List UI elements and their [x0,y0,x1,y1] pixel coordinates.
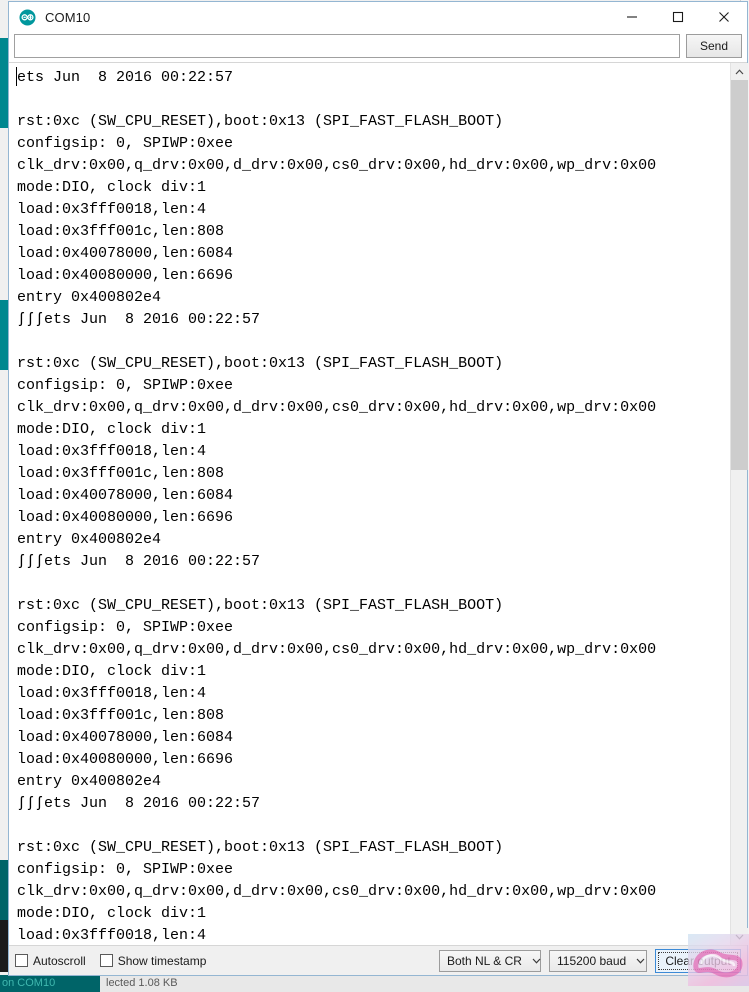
show-timestamp-checkbox-box[interactable] [99,954,113,967]
ide-status-bar: on COM10 lected 1.08 KB [0,975,749,992]
window-title: COM10 [45,9,91,25]
show-timestamp-checkbox[interactable]: Show timestamp [99,953,207,968]
title-bar: COM10 [9,2,747,32]
text-caret [16,67,17,86]
bottom-toolbar: Autoscroll Show timestamp Both NL & CR 1… [9,945,747,975]
line-ending-value: Both NL & CR [447,953,522,968]
show-timestamp-label: Show timestamp [117,953,207,968]
arduino-logo-icon [19,9,36,26]
send-row: Send [9,32,747,62]
chevron-down-icon [636,958,645,964]
minimize-icon[interactable] [609,2,655,32]
window-controls [609,2,747,32]
serial-output-text[interactable]: ets Jun 8 2016 00:22:57 rst:0xc (SW_CPU_… [9,63,730,945]
console-scrollbar[interactable] [730,63,748,945]
scrollbar-thumb[interactable] [731,80,748,470]
ide-status-left-text: on COM10 [2,977,56,989]
send-button[interactable]: Send [686,33,742,58]
line-ending-dropdown[interactable]: Both NL & CR [439,949,541,972]
close-icon[interactable] [701,2,747,32]
clear-output-button[interactable]: Clear output [655,948,741,973]
ide-status-right-text: lected 1.08 KB [106,977,178,989]
baud-rate-dropdown[interactable]: 115200 baud [549,949,647,972]
serial-send-input[interactable] [14,33,680,58]
baud-rate-value: 115200 baud [557,953,627,968]
chevron-down-icon[interactable] [731,928,748,945]
serial-monitor-window: COM10 Send ets Jun 8 2016 00:22:57 rst:0… [8,1,748,976]
autoscroll-label: Autoscroll [33,953,86,968]
autoscroll-checkbox-box[interactable] [15,954,28,967]
clear-output-label: Clear output [665,953,731,968]
chevron-down-icon [532,958,541,964]
autoscroll-checkbox[interactable]: Autoscroll [15,954,86,968]
console-area: ets Jun 8 2016 00:22:57 rst:0xc (SW_CPU_… [9,62,748,945]
chevron-up-icon[interactable] [731,63,748,80]
maximize-icon[interactable] [655,2,701,32]
